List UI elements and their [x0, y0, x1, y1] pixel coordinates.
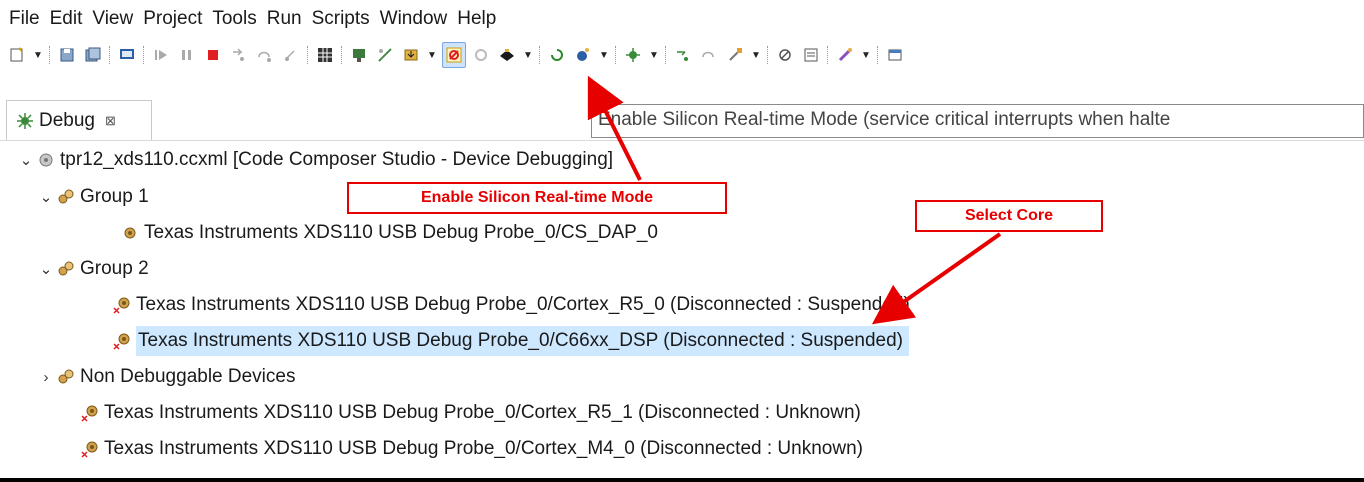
dropdown-arrow[interactable]: ▼ — [522, 43, 534, 67]
tree-item-label: tpr12_xds110.ccxml [Code Composer Studio… — [60, 149, 614, 170]
tree-item-label: Texas Instruments XDS110 USB Debug Probe… — [144, 222, 658, 243]
chevron-right-icon[interactable]: › — [36, 369, 56, 386]
callout-select-core: Select Core — [915, 200, 1103, 232]
dropdown-arrow[interactable]: ▼ — [648, 43, 660, 67]
toolbar-separator — [767, 46, 769, 64]
step-over-icon[interactable] — [254, 43, 276, 67]
breakpoint-icon[interactable] — [774, 43, 796, 67]
toolbar-separator — [341, 46, 343, 64]
load-program-icon[interactable] — [400, 43, 422, 67]
target-icon[interactable] — [496, 43, 518, 67]
tree-item[interactable]: Texas Instruments XDS110 USB Debug Probe… — [112, 323, 909, 359]
close-icon[interactable]: ⊠ — [105, 113, 116, 129]
terminate-icon[interactable] — [202, 43, 224, 67]
toolbar-separator — [877, 46, 879, 64]
tree-item-label: Group 2 — [80, 258, 149, 279]
debug-bug-icon — [15, 111, 35, 131]
dropdown-arrow[interactable]: ▼ — [32, 43, 44, 67]
disconnect-icon[interactable] — [374, 43, 396, 67]
tree-item-label: Texas Instruments XDS110 USB Debug Probe… — [104, 438, 863, 459]
connect-icon[interactable] — [348, 43, 370, 67]
tree-item[interactable]: › Non Debuggable Devices — [36, 359, 296, 395]
dropdown-arrow[interactable]: ▼ — [860, 43, 872, 67]
menu-run[interactable]: Run — [267, 8, 302, 30]
tree-item[interactable]: Texas Instruments XDS110 USB Debug Probe… — [80, 395, 861, 431]
toolbar-separator — [143, 46, 145, 64]
callout-enable-realtime: Enable Silicon Real-time Mode — [347, 182, 727, 214]
tab-debug-label: Debug — [39, 109, 95, 131]
group-icon — [56, 259, 76, 279]
toolbar-separator — [49, 46, 51, 64]
open-perspective-icon[interactable] — [884, 43, 906, 67]
menu-view[interactable]: View — [92, 8, 133, 30]
tree-item-label: Texas Instruments XDS110 USB Debug Probe… — [136, 294, 910, 315]
realtime-mode-disabled-icon[interactable] — [470, 43, 492, 67]
memory-icon[interactable] — [800, 43, 822, 67]
toolbar-separator — [615, 46, 617, 64]
menu-bar: File Edit View Project Tools Run Scripts Window… — [0, 0, 1364, 38]
save-icon[interactable] — [56, 43, 78, 67]
tree-item-label: Non Debuggable Devices — [80, 366, 296, 387]
cpu-disconnected-icon — [80, 403, 100, 423]
menu-edit[interactable]: Edit — [50, 8, 83, 30]
grid-icon[interactable] — [314, 43, 336, 67]
dropdown-arrow[interactable]: ▼ — [426, 43, 438, 67]
tree-root[interactable]: ⌄ tpr12_xds110.ccxml [Code Composer Studi… — [16, 142, 613, 178]
tree-item[interactable]: ⌄ Group 2 — [36, 251, 149, 287]
cpu-icon — [120, 223, 140, 243]
step2-icon[interactable] — [698, 43, 720, 67]
step-return-icon[interactable] — [280, 43, 302, 67]
enable-realtime-mode-button[interactable] — [442, 42, 466, 68]
new-icon[interactable] — [6, 43, 28, 67]
toolbar: ▼ ▼ ▼ ▼ ▼ ▼ ▼ — [0, 40, 1364, 70]
group-icon — [56, 367, 76, 387]
terminal-icon[interactable] — [116, 43, 138, 67]
chevron-down-icon[interactable]: ⌄ — [16, 151, 36, 169]
restart-icon[interactable] — [546, 43, 568, 67]
menu-project[interactable]: Project — [143, 8, 202, 30]
chevron-down-icon[interactable]: ⌄ — [36, 260, 56, 278]
bottom-border — [0, 478, 1364, 482]
cpu-disconnected-icon — [80, 439, 100, 459]
tree-item-label: Group 1 — [80, 186, 149, 207]
toolbar-separator — [827, 46, 829, 64]
toolbar-separator — [665, 46, 667, 64]
tooltip: Enable Silicon Real-time Mode (service c… — [591, 104, 1364, 138]
tools-icon[interactable] — [724, 43, 746, 67]
suspend-icon[interactable] — [176, 43, 198, 67]
group-icon — [56, 187, 76, 207]
chevron-down-icon[interactable]: ⌄ — [36, 188, 56, 206]
menu-tools[interactable]: Tools — [212, 8, 256, 30]
menu-file[interactable]: File — [9, 8, 40, 30]
toolbar-separator — [307, 46, 309, 64]
menu-window[interactable]: Window — [380, 8, 448, 30]
tree-item[interactable]: Texas Instruments XDS110 USB Debug Probe… — [80, 431, 863, 467]
save-all-icon[interactable] — [82, 43, 104, 67]
cpu-disconnected-icon — [112, 295, 132, 315]
dropdown-arrow[interactable]: ▼ — [750, 43, 762, 67]
toolbar-separator — [539, 46, 541, 64]
step-into-icon[interactable] — [228, 43, 250, 67]
menu-scripts[interactable]: Scripts — [312, 8, 370, 30]
tree-item[interactable]: ⌄ Group 1 — [36, 179, 149, 215]
dropdown-arrow[interactable]: ▼ — [598, 43, 610, 67]
menu-help[interactable]: Help — [457, 8, 496, 30]
run-icon[interactable] — [572, 43, 594, 67]
toolbar-separator — [109, 46, 111, 64]
cpu-disconnected-icon — [112, 331, 132, 351]
tree-item[interactable]: Texas Instruments XDS110 USB Debug Probe… — [120, 215, 658, 251]
config-icon — [36, 150, 56, 170]
resume-icon[interactable] — [150, 43, 172, 67]
pin-icon[interactable] — [834, 43, 856, 67]
step-icon[interactable] — [672, 43, 694, 67]
tree-item-label: Texas Instruments XDS110 USB Debug Probe… — [136, 326, 909, 356]
tab-debug[interactable]: Debug ⊠ — [6, 100, 152, 140]
tree-item-label: Texas Instruments XDS110 USB Debug Probe… — [104, 402, 861, 423]
tree-item[interactable]: Texas Instruments XDS110 USB Debug Probe… — [112, 287, 910, 323]
debug-icon[interactable] — [622, 43, 644, 67]
